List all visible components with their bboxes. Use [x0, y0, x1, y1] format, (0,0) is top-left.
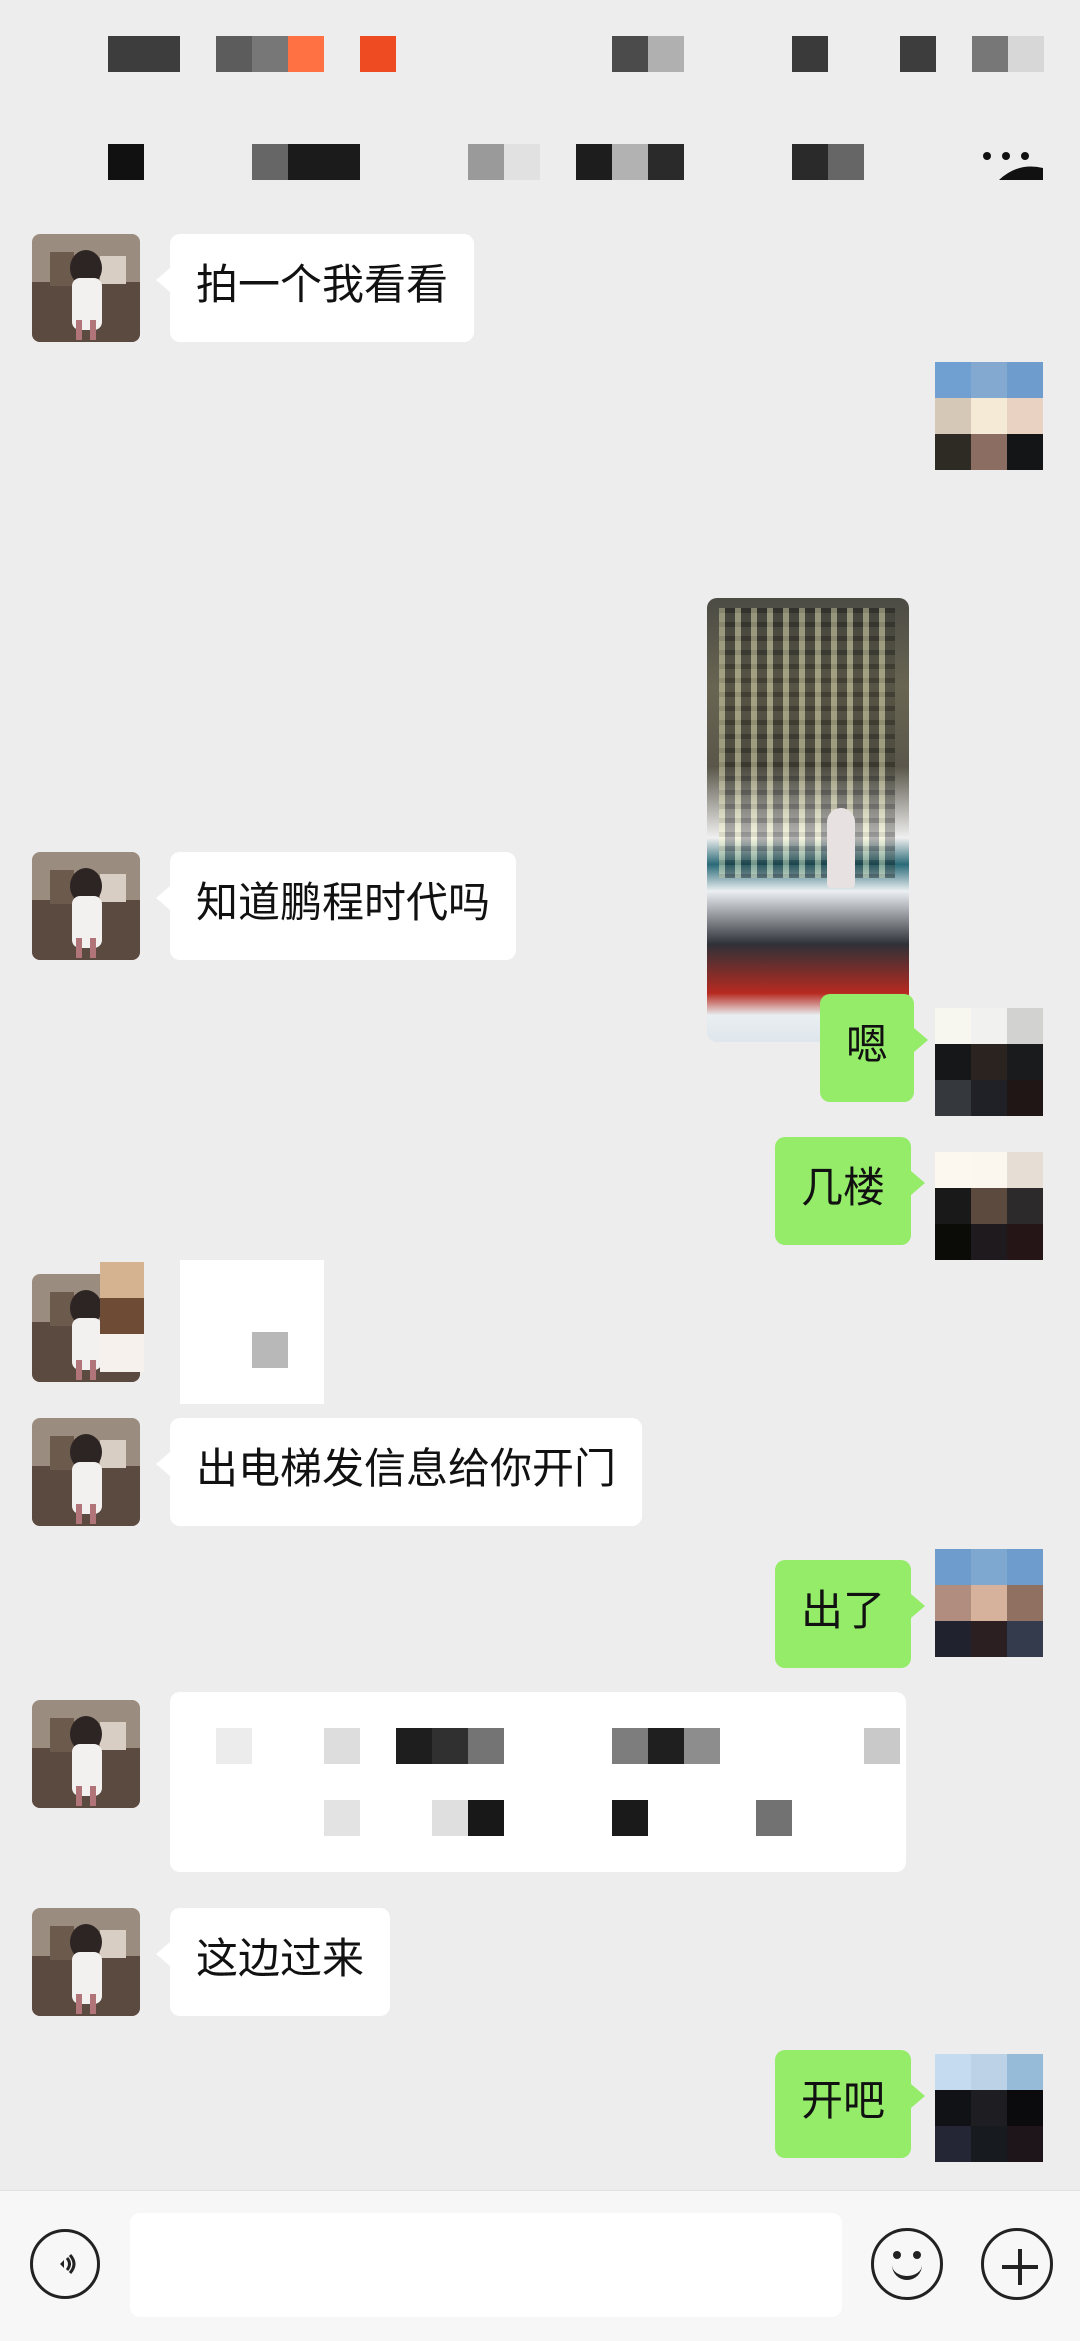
contact-avatar[interactable]: [32, 852, 140, 960]
header-mosaic-4: [288, 36, 324, 72]
emoji-icon[interactable]: [871, 2228, 943, 2300]
header-mosaic-21: [828, 144, 864, 180]
user-avatar[interactable]: [935, 2054, 1043, 2162]
header-mosaic-14: [288, 144, 360, 180]
header-mosaic-15: [468, 144, 504, 180]
message-bubble[interactable]: 拍一个我看看: [155, 234, 475, 342]
header-mosaic-11: [1008, 36, 1044, 72]
header-mosaic-12: [108, 144, 144, 180]
more-icon[interactable]: [975, 146, 1045, 186]
bottom-input-bar: [0, 2190, 1080, 2341]
mosaic-text-message[interactable]: [170, 1692, 906, 1872]
header-mosaic-20: [792, 144, 828, 180]
contact-avatar[interactable]: [32, 1908, 140, 2016]
message-bubble[interactable]: 知道鹏程时代吗: [155, 852, 517, 960]
header-mosaic-7: [648, 36, 684, 72]
header-mosaic-3: [252, 36, 288, 72]
mosaic-sticker[interactable]: [100, 1262, 144, 1372]
header-mosaic-1: [108, 36, 180, 72]
user-avatar[interactable]: [935, 362, 1043, 470]
header-mosaic-9: [900, 36, 936, 72]
message-bubble[interactable]: 这边过来: [155, 1908, 391, 2016]
header-mosaic-13: [252, 144, 288, 180]
message-bubble[interactable]: 出电梯发信息给你开门: [155, 1418, 643, 1526]
header-mosaic-8: [792, 36, 828, 72]
header-mosaic-10: [972, 36, 1008, 72]
user-avatar[interactable]: [935, 1152, 1043, 1260]
add-icon[interactable]: [981, 2228, 1053, 2300]
header-mosaic-18: [612, 144, 648, 180]
header-mosaic-19: [648, 144, 684, 180]
header-mosaic-6: [612, 36, 648, 72]
header-mosaic-2: [216, 36, 252, 72]
contact-avatar[interactable]: [32, 234, 140, 342]
contact-avatar[interactable]: [32, 1418, 140, 1526]
message-bubble[interactable]: 几楼: [775, 1137, 926, 1245]
billboard-figure: [827, 808, 855, 888]
message-bubble[interactable]: 出了: [775, 1560, 926, 1668]
chat-area: 拍一个我看看 知道鹏程时代吗 嗯 几楼 出电梯发信息给你开门 出了 这边过来 开…: [0, 222, 1080, 2190]
message-bubble[interactable]: 开吧: [775, 2050, 926, 2158]
photo-message[interactable]: [707, 598, 909, 1042]
chat-header: [0, 0, 1080, 222]
contact-avatar[interactable]: [32, 1700, 140, 1808]
user-avatar[interactable]: [935, 1549, 1043, 1657]
user-avatar[interactable]: [935, 1008, 1043, 1116]
building-windows: [719, 608, 895, 878]
voice-icon[interactable]: [30, 2229, 100, 2299]
message-bubble[interactable]: 嗯: [820, 994, 929, 1102]
header-mosaic-5: [360, 36, 396, 72]
message-input[interactable]: [130, 2213, 842, 2317]
mosaic-image-message[interactable]: [180, 1260, 324, 1404]
header-mosaic-17: [576, 144, 612, 180]
header-mosaic-16: [504, 144, 540, 180]
